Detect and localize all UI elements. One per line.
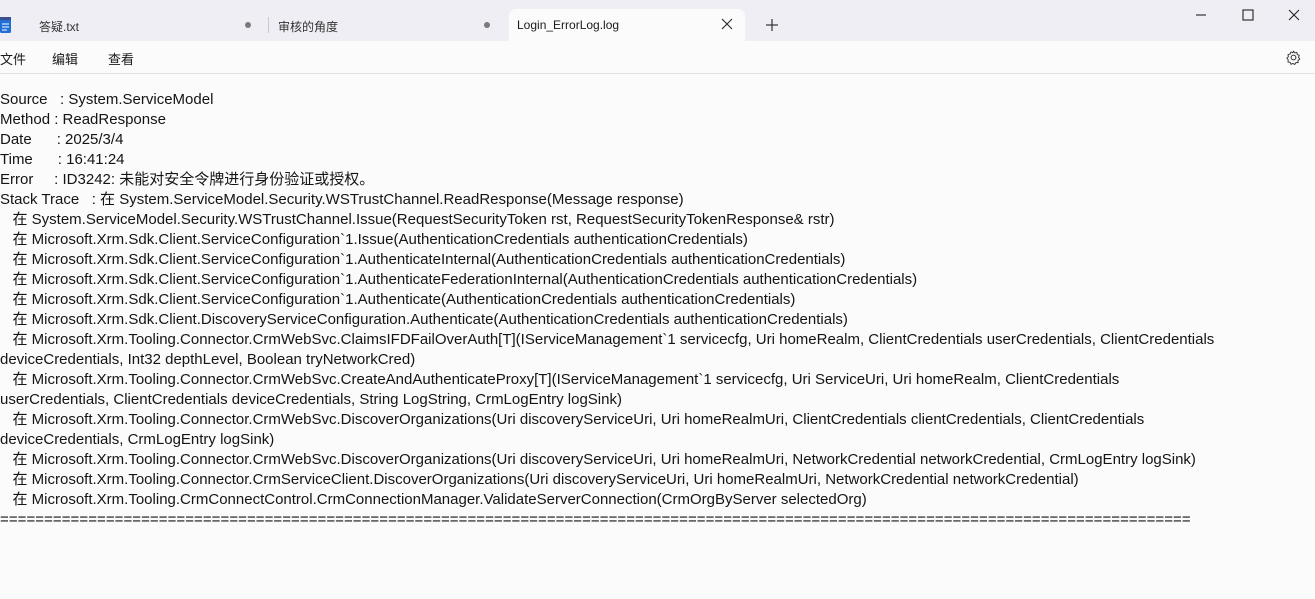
tab-login-errorlog[interactable]: Login_ErrorLog.log — [509, 9, 745, 41]
log-line: Date : 2025/3/4 — [0, 131, 124, 148]
menu-edit[interactable]: 编辑 — [52, 49, 78, 68]
menu-file[interactable]: 文件 — [0, 49, 26, 68]
log-line: Error : ID3242: 未能对安全令牌进行身份验证或授权。 — [0, 171, 375, 188]
log-line: deviceCredentials, Int32 depthLevel, Boo… — [0, 351, 416, 368]
maximize-icon[interactable] — [1238, 5, 1258, 25]
log-line: 在 Microsoft.Xrm.Sdk.Client.ServiceConfig… — [0, 251, 846, 268]
log-line: Time : 16:41:24 — [0, 151, 125, 168]
log-line: Method : ReadResponse — [0, 111, 166, 128]
close-tab-icon[interactable] — [720, 17, 734, 31]
log-line: 在 System.ServiceModel.Security.WSTrustCh… — [0, 211, 835, 228]
tab-label: 答疑.txt — [39, 20, 80, 34]
log-line: userCredentials, ClientCredentials devic… — [0, 391, 622, 408]
tab-review-angle[interactable]: 审核的角度 — [278, 9, 498, 41]
plus-icon[interactable] — [764, 17, 780, 33]
log-line: Source : System.ServiceModel — [0, 91, 214, 108]
gear-icon[interactable] — [1285, 49, 1302, 66]
unsaved-dot-icon — [484, 22, 490, 28]
tab-label: Login_ErrorLog.log — [517, 18, 620, 32]
unsaved-dot-icon — [245, 22, 251, 28]
close-icon[interactable] — [1284, 5, 1304, 25]
log-line: deviceCredentials, CrmLogEntry logSink) — [0, 431, 275, 448]
log-line: 在 Microsoft.Xrm.Sdk.Client.DiscoveryServ… — [0, 311, 848, 328]
menu-view[interactable]: 查看 — [108, 49, 134, 68]
tab-separator — [268, 17, 269, 33]
log-line: 在 Microsoft.Xrm.Sdk.Client.ServiceConfig… — [0, 231, 748, 248]
log-line: 在 Microsoft.Xrm.Tooling.Connector.CrmWeb… — [0, 371, 1120, 388]
log-line: Stack Trace : 在 System.ServiceModel.Secu… — [0, 191, 684, 208]
log-line: 在 Microsoft.Xrm.Tooling.Connector.CrmWeb… — [0, 331, 1215, 348]
text-editor[interactable]: Source : System.ServiceModel Method : Rea… — [0, 74, 1315, 599]
log-line: 在 Microsoft.Xrm.Tooling.Connector.CrmWeb… — [0, 411, 1145, 428]
log-line: 在 Microsoft.Xrm.Tooling.CrmConnectContro… — [0, 491, 867, 508]
separator-line: ========================================… — [0, 511, 1191, 528]
tab-label: 审核的角度 — [278, 20, 339, 34]
log-line: 在 Microsoft.Xrm.Sdk.Client.ServiceConfig… — [0, 271, 918, 288]
log-line: 在 Microsoft.Xrm.Tooling.Connector.CrmWeb… — [0, 451, 1196, 468]
title-bar: 答疑.txt 审核的角度 Login_ErrorLog.log — [0, 0, 1315, 41]
log-line: 在 Microsoft.Xrm.Tooling.Connector.CrmSer… — [0, 471, 1079, 488]
menu-bar: 文件 编辑 查看 — [0, 41, 1315, 74]
tab-answers-txt[interactable]: 答疑.txt — [39, 9, 259, 41]
log-line: 在 Microsoft.Xrm.Sdk.Client.ServiceConfig… — [0, 291, 796, 308]
minimize-icon[interactable] — [1191, 5, 1211, 25]
notepad-icon — [0, 17, 11, 33]
